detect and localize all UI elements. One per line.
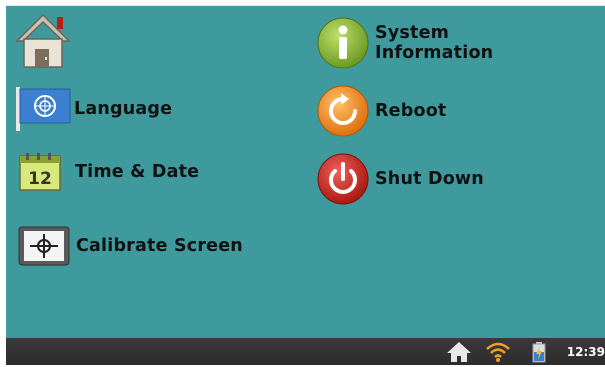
calibrate-screen-button[interactable]: Calibrate Screen	[18, 226, 243, 266]
shut-down-label: Shut Down	[375, 169, 484, 189]
desktop-screen: Language 12 Time & Date Calibrate Screen…	[6, 5, 605, 344]
calendar-day-number: 12	[28, 169, 52, 189]
shut-down-button[interactable]: Shut Down	[317, 153, 484, 205]
system-information-button[interactable]: System Information	[317, 17, 493, 69]
un-flag-icon	[16, 87, 72, 131]
calendar-icon: 12	[19, 152, 65, 192]
language-button[interactable]: Language	[16, 87, 172, 131]
reboot-label: Reboot	[375, 101, 447, 121]
info-icon	[317, 17, 369, 69]
language-label: Language	[74, 99, 173, 119]
home-icon	[15, 11, 71, 69]
calibrate-screen-label: Calibrate Screen	[76, 236, 243, 256]
wifi-icon[interactable]	[485, 341, 511, 367]
power-icon	[317, 153, 369, 205]
taskbar: 12:39	[6, 338, 605, 365]
calibrate-crosshair-icon	[18, 226, 70, 266]
reboot-button[interactable]: Reboot	[317, 85, 446, 137]
home-icon[interactable]	[446, 341, 472, 367]
battery-charging-icon[interactable]	[531, 341, 547, 367]
time-date-label: Time & Date	[75, 162, 200, 182]
time-date-button[interactable]: 12 Time & Date	[19, 152, 199, 192]
home-button[interactable]	[15, 11, 71, 69]
system-information-label: System Information	[375, 23, 494, 63]
reboot-icon	[317, 85, 369, 137]
clock-time[interactable]: 12:39	[567, 345, 605, 359]
